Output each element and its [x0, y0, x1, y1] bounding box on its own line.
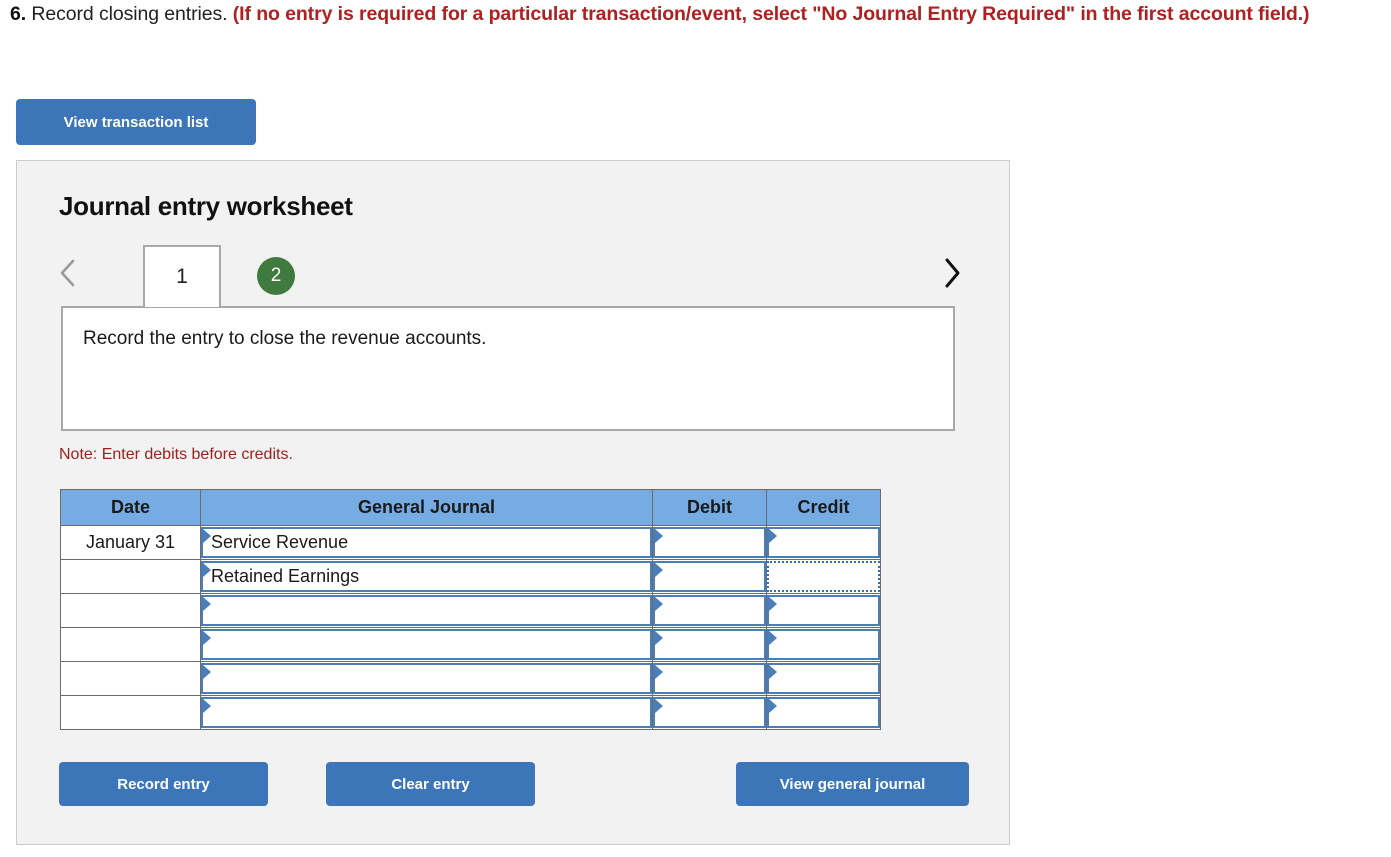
- credit-cell-input[interactable]: [767, 663, 880, 694]
- table-row: Retained Earnings: [60, 559, 881, 594]
- clear-entry-button[interactable]: Clear entry: [326, 762, 535, 806]
- debit-cell[interactable]: [652, 559, 767, 594]
- dropdown-triangle-icon: [655, 597, 663, 611]
- dropdown-triangle-icon: [655, 699, 663, 713]
- credit-cell[interactable]: [766, 525, 881, 560]
- debit-cell-input[interactable]: [653, 527, 766, 558]
- question-prompt: 6. Record closing entries. (If no entry …: [10, 0, 1391, 29]
- dropdown-triangle-icon: [769, 631, 777, 645]
- dropdown-triangle-icon: [769, 597, 777, 611]
- dropdown-triangle-icon: [655, 665, 663, 679]
- account-cell-input[interactable]: [201, 697, 652, 728]
- credit-cell[interactable]: [766, 627, 881, 662]
- date-cell: [60, 627, 201, 662]
- account-cell[interactable]: Service Revenue: [200, 525, 653, 560]
- debit-cell[interactable]: [652, 627, 767, 662]
- dropdown-triangle-icon: [203, 665, 211, 679]
- table-row: January 31 Service Revenue: [60, 525, 881, 560]
- credit-cell-input[interactable]: [767, 595, 880, 626]
- debit-cell[interactable]: [652, 695, 767, 730]
- journal-entry-table: Date General Journal Debit Credit Januar…: [60, 489, 881, 730]
- account-cell-value: Retained Earnings: [211, 566, 360, 586]
- account-cell-input[interactable]: Retained Earnings: [201, 561, 652, 592]
- table-row: [60, 661, 881, 696]
- debit-cell[interactable]: [652, 593, 767, 628]
- credit-cell[interactable]: [766, 661, 881, 696]
- account-cell[interactable]: Retained Earnings: [200, 559, 653, 594]
- dropdown-triangle-icon: [655, 631, 663, 645]
- worksheet-tab-1-label: 1: [176, 265, 188, 288]
- dropdown-triangle-icon: [655, 563, 663, 577]
- credit-cell-input[interactable]: [767, 527, 880, 558]
- account-cell[interactable]: [200, 593, 653, 628]
- dropdown-triangle-icon: [769, 529, 777, 543]
- question-number: 6.: [10, 3, 27, 25]
- chevron-right-icon[interactable]: [935, 251, 969, 295]
- table-row: [60, 627, 881, 662]
- record-entry-button[interactable]: Record entry: [59, 762, 268, 806]
- dropdown-triangle-icon: [769, 665, 777, 679]
- date-cell: [60, 661, 201, 696]
- date-cell: [60, 559, 201, 594]
- account-cell-input[interactable]: [201, 595, 652, 626]
- table-row: [60, 593, 881, 628]
- debit-cell-input[interactable]: [653, 595, 766, 626]
- worksheet-tab-2[interactable]: 2: [257, 257, 295, 295]
- debit-cell-input[interactable]: [653, 697, 766, 728]
- column-header-credit: Credit: [766, 489, 881, 526]
- date-cell: [60, 593, 201, 628]
- view-general-journal-button[interactable]: View general journal: [736, 762, 969, 806]
- question-red-note: (If no entry is required for a particula…: [232, 3, 1310, 25]
- account-cell[interactable]: [200, 627, 653, 662]
- credit-cell[interactable]: [766, 695, 881, 730]
- dropdown-triangle-icon: [203, 563, 211, 577]
- instruction-text: Record the entry to close the revenue ac…: [83, 328, 487, 349]
- dropdown-triangle-icon: [203, 631, 211, 645]
- table-row: [60, 695, 881, 730]
- journal-table-body: January 31 Service Revenue Retained Earnin…: [60, 525, 881, 730]
- date-cell: [60, 695, 201, 730]
- date-cell: January 31: [60, 525, 201, 560]
- column-header-debit: Debit: [652, 489, 767, 526]
- debit-cell-input[interactable]: [653, 561, 766, 592]
- credit-cell[interactable]: [766, 593, 881, 628]
- column-header-general-journal: General Journal: [200, 489, 653, 526]
- dropdown-triangle-icon: [203, 699, 211, 713]
- account-cell-input[interactable]: [201, 663, 652, 694]
- account-cell-input[interactable]: Service Revenue: [201, 527, 652, 558]
- view-transaction-list-button[interactable]: View transaction list: [16, 99, 256, 145]
- dropdown-triangle-icon: [203, 529, 211, 543]
- account-cell[interactable]: [200, 695, 653, 730]
- chevron-left-icon[interactable]: [51, 251, 85, 295]
- credit-cell-input[interactable]: [767, 697, 880, 728]
- credit-cell-input[interactable]: [767, 629, 880, 660]
- worksheet-tab-2-label: 2: [270, 265, 282, 286]
- worksheet-tabstrip: 1 2: [51, 243, 977, 307]
- table-header-row: Date General Journal Debit Credit: [60, 489, 881, 526]
- account-cell-input[interactable]: [201, 629, 652, 660]
- account-cell-value: Service Revenue: [211, 532, 349, 552]
- dropdown-triangle-icon: [655, 529, 663, 543]
- account-cell[interactable]: [200, 661, 653, 696]
- instruction-box: Record the entry to close the revenue ac…: [61, 306, 955, 431]
- column-header-date: Date: [60, 489, 201, 526]
- dropdown-triangle-icon: [203, 597, 211, 611]
- journal-entry-worksheet-panel: Journal entry worksheet 1 2 Record the e…: [16, 160, 1010, 845]
- dropdown-triangle-icon: [769, 699, 777, 713]
- question-text: Record closing entries.: [26, 3, 233, 25]
- credit-cell[interactable]: [766, 559, 881, 594]
- debit-cell[interactable]: [652, 661, 767, 696]
- panel-title: Journal entry worksheet: [59, 191, 353, 221]
- debit-cell-input[interactable]: [653, 629, 766, 660]
- debit-cell[interactable]: [652, 525, 767, 560]
- worksheet-tab-1[interactable]: 1: [143, 245, 221, 307]
- debit-cell-input[interactable]: [653, 663, 766, 694]
- debits-before-credits-note: Note: Enter debits before credits.: [59, 446, 293, 463]
- credit-cell-input[interactable]: [767, 561, 880, 592]
